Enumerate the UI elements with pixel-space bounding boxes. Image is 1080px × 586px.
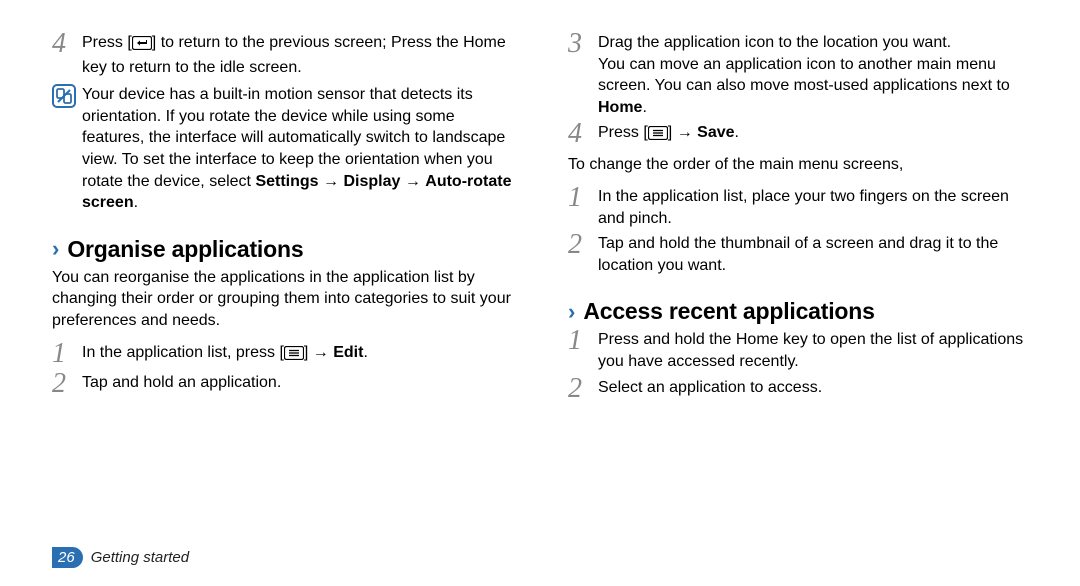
step-number: 4	[52, 30, 82, 58]
left-step-4: 4 Press [] to return to the previous scr…	[52, 32, 512, 78]
step-number: 2	[568, 375, 598, 403]
step-text: Select an application to access.	[598, 377, 822, 399]
reorder-step-2: 2 Tap and hold the thumbnail of a screen…	[568, 233, 1028, 276]
step-number: 3	[568, 30, 598, 58]
heading-text: Access recent applications	[583, 298, 874, 325]
step-number: 2	[52, 370, 82, 398]
right-column: 3 Drag the application icon to the locat…	[568, 32, 1028, 407]
step-number: 2	[568, 231, 598, 259]
step-text: Drag the application icon to the locatio…	[598, 32, 1028, 118]
chevron-right-icon: ›	[568, 299, 575, 325]
step-text: Press [] to return to the previous scree…	[82, 32, 512, 78]
callout-text: Your device has a built-in motion sensor…	[82, 84, 512, 214]
left-column: 4 Press [] to return to the previous scr…	[52, 32, 512, 407]
organise-intro-paragraph: You can reorganise the applications in t…	[52, 267, 512, 332]
step-number: 4	[568, 120, 598, 148]
step-text: Press and hold the Home key to open the …	[598, 329, 1028, 372]
menu-key-icon	[648, 125, 668, 147]
right-step-4: 4 Press [] → Save.	[568, 122, 1028, 148]
access-step-1: 1 Press and hold the Home key to open th…	[568, 329, 1028, 372]
organise-applications-heading: › Organise applications	[52, 236, 512, 263]
step-text: Press [] → Save.	[598, 122, 739, 147]
access-steps: 1 Press and hold the Home key to open th…	[568, 329, 1028, 402]
reorder-paragraph: To change the order of the main menu scr…	[568, 154, 1028, 176]
reorder-steps: 1 In the application list, place your tw…	[568, 186, 1028, 276]
heading-text: Organise applications	[67, 236, 303, 263]
note-icon	[52, 84, 82, 108]
step-text: In the application list, press [] → Edit…	[82, 342, 368, 367]
organise-step-1: 1 In the application list, press [] → Ed…	[52, 342, 512, 368]
menu-key-icon	[284, 345, 304, 367]
page-footer: 26 Getting started	[52, 547, 189, 568]
back-key-icon	[132, 35, 152, 57]
step-text: Tap and hold an application.	[82, 372, 281, 394]
step-text: Tap and hold the thumbnail of a screen a…	[598, 233, 1028, 276]
two-column-layout: 4 Press [] to return to the previous scr…	[52, 32, 1028, 407]
footer-section-label: Getting started	[91, 549, 189, 566]
chevron-right-icon: ›	[52, 236, 59, 262]
organise-step-2: 2 Tap and hold an application.	[52, 372, 512, 398]
step-number: 1	[568, 327, 598, 355]
access-recent-heading: › Access recent applications	[568, 298, 1028, 325]
access-step-2: 2 Select an application to access.	[568, 377, 1028, 403]
right-step-3: 3 Drag the application icon to the locat…	[568, 32, 1028, 118]
page-number-badge: 26	[52, 547, 83, 568]
step-number: 1	[52, 340, 82, 368]
step-text: In the application list, place your two …	[598, 186, 1028, 229]
step-number: 1	[568, 184, 598, 212]
orientation-callout: Your device has a built-in motion sensor…	[52, 84, 512, 214]
reorder-step-1: 1 In the application list, place your tw…	[568, 186, 1028, 229]
organise-steps: 1 In the application list, press [] → Ed…	[52, 342, 512, 398]
